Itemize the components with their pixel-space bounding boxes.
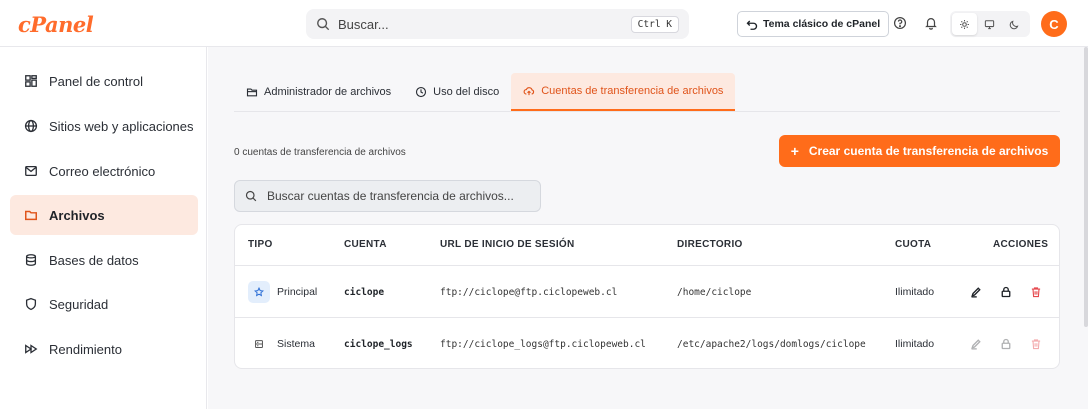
sidebar-item-label: Panel de control: [49, 73, 143, 89]
tab-administrador-de-archivos[interactable]: Administrador de archivos: [234, 73, 403, 111]
clock-icon: [416, 86, 427, 98]
database-icon: [25, 254, 37, 266]
cloud-upload-icon: [523, 87, 535, 96]
globe-icon: [24, 119, 38, 133]
type-label: Principal: [277, 286, 318, 298]
sidebar-item-bases-de-datos[interactable]: Bases de datos: [10, 240, 198, 280]
column-header-directorio: DIRECTORIO: [677, 239, 743, 250]
classic-theme-button[interactable]: Tema clásico de cPanel: [737, 11, 890, 37]
sidebar-item-label: Archivos: [49, 207, 105, 223]
tab-label: Uso del disco: [433, 86, 500, 98]
dashboard-icon: [25, 75, 37, 87]
cell-tipo: Sistema: [248, 318, 315, 370]
shield-icon: [25, 297, 37, 311]
tab-bar: Administrador de archivos Uso del disco …: [234, 73, 736, 111]
trash-icon[interactable]: [1030, 286, 1042, 298]
server-icon: [248, 333, 270, 355]
create-ftp-account-button[interactable]: + Crear cuenta de transferencia de archi…: [779, 135, 1060, 167]
table-search-placeholder: Buscar cuentas de transferencia de archi…: [267, 189, 514, 203]
undo-icon: [746, 20, 758, 30]
sidebar-item-rendimiento[interactable]: Rendimiento: [10, 329, 198, 369]
system-theme-option[interactable]: [977, 13, 1002, 35]
search-placeholder: Buscar...: [338, 16, 389, 32]
dark-theme-option[interactable]: [1002, 13, 1027, 35]
bell-icon[interactable]: [924, 16, 938, 30]
page-scrollbar[interactable]: [1084, 47, 1088, 327]
lock-icon[interactable]: [1000, 286, 1012, 298]
cell-cuota: Ilimitado: [895, 286, 935, 298]
ftp-accounts-table: TIPO CUENTA URL DE INICIO DE SESIÓN DIRE…: [234, 224, 1060, 369]
tab-cuentas-de-transferencia[interactable]: Cuentas de transferencia de archivos: [511, 73, 736, 111]
tab-uso-del-disco[interactable]: Uso del disco: [403, 73, 511, 111]
column-header-url: URL DE INICIO DE SESIÓN: [440, 239, 575, 250]
type-label: Sistema: [277, 338, 315, 350]
fast-forward-icon: [25, 344, 38, 354]
top-header: cPanel Buscar... Ctrl K Tema clásico de …: [0, 0, 1088, 47]
sidebar-item-label: Seguridad: [49, 296, 109, 312]
account-count: 0 cuentas de transferencia de archivos: [234, 147, 406, 158]
folder-icon: [25, 210, 37, 221]
sidebar-item-label: Bases de datos: [49, 252, 139, 268]
global-search-input[interactable]: Buscar... Ctrl K: [306, 9, 689, 39]
sun-icon: [960, 19, 969, 29]
plus-icon: +: [790, 143, 799, 159]
edit-icon[interactable]: [970, 286, 982, 298]
cell-directorio: /etc/apache2/logs/domlogs/ciclope: [677, 338, 866, 350]
sidebar-item-label: Rendimiento: [49, 341, 122, 357]
sidebar-item-seguridad[interactable]: Seguridad: [10, 284, 198, 324]
monitor-icon: [984, 19, 995, 29]
tab-label: Administrador de archivos: [264, 86, 392, 98]
tab-divider: [234, 111, 1060, 112]
create-button-label: Crear cuenta de transferencia de archivo…: [808, 144, 1049, 158]
cell-directorio: /home/ciclope: [677, 286, 752, 298]
mail-icon: [25, 165, 37, 177]
cell-cuenta: ciclope_logs: [344, 338, 413, 350]
sidebar-item-sitios-web[interactable]: Sitios web y aplicaciones: [10, 106, 198, 146]
sidebar-item-panel-de-control[interactable]: Panel de control: [10, 61, 198, 101]
moon-icon: [1009, 20, 1019, 29]
light-theme-option[interactable]: [952, 13, 977, 35]
star-icon: [248, 281, 270, 303]
folder-icon: [246, 88, 258, 97]
sidebar-item-archivos[interactable]: Archivos: [10, 195, 198, 235]
cell-cuenta: ciclope: [344, 286, 385, 298]
search-icon: [245, 190, 257, 202]
column-header-cuota: CUOTA: [895, 239, 932, 250]
trash-icon[interactable]: [1030, 338, 1042, 350]
sidebar-item-correo[interactable]: Correo electrónico: [10, 151, 198, 191]
sidebar-item-label: Sitios web y aplicaciones: [49, 118, 194, 134]
search-shortcut-badge: Ctrl K: [630, 15, 679, 33]
sidebar: Panel de control Sitios web y aplicacion…: [0, 47, 207, 409]
cell-url: ftp://ciclope@ftp.ciclopeweb.cl: [440, 286, 618, 298]
edit-icon[interactable]: [970, 338, 982, 350]
classic-theme-label: Tema clásico de cPanel: [763, 18, 881, 30]
table-row: Principal ciclope ftp://ciclope@ftp.cicl…: [235, 265, 1059, 317]
column-header-acciones: ACCIONES: [993, 239, 1049, 250]
lock-icon[interactable]: [1000, 338, 1012, 350]
theme-switcher: [950, 11, 1030, 37]
ftp-accounts-search-input[interactable]: Buscar cuentas de transferencia de archi…: [234, 180, 541, 212]
user-avatar[interactable]: C: [1041, 11, 1067, 37]
cell-tipo: Principal: [248, 266, 317, 318]
main-content: Administrador de archivos Uso del disco …: [208, 47, 1088, 409]
tab-label: Cuentas de transferencia de archivos: [541, 85, 724, 97]
cell-url: ftp://ciclope_logs@ftp.ciclopeweb.cl: [440, 338, 646, 350]
sidebar-item-label: Correo electrónico: [49, 163, 156, 179]
table-row: Sistema ciclope_logs ftp://ciclope_logs@…: [235, 317, 1059, 369]
cell-cuota: Ilimitado: [895, 338, 935, 350]
search-icon: [317, 18, 330, 31]
column-header-tipo: TIPO: [248, 239, 273, 250]
column-header-cuenta: CUENTA: [344, 239, 387, 250]
cpanel-logo[interactable]: cPanel: [18, 12, 94, 37]
help-icon[interactable]: [893, 16, 907, 30]
